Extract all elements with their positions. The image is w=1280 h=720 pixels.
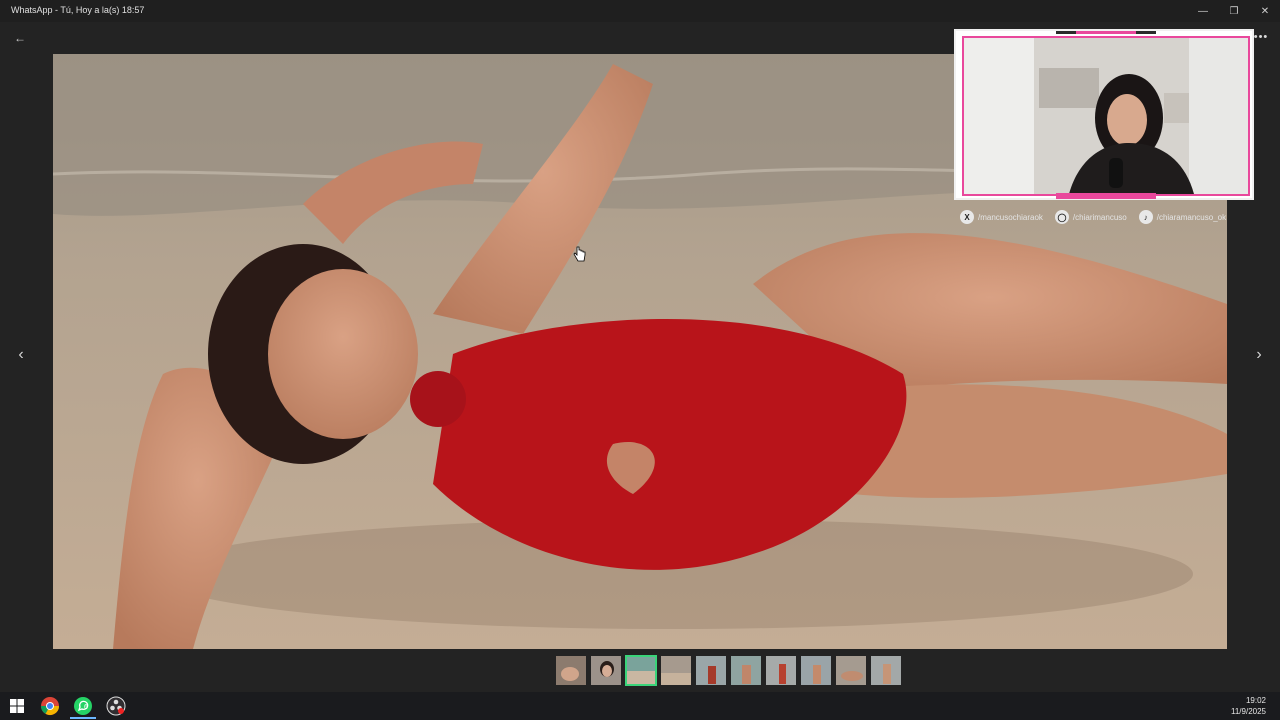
instagram-icon: ◯: [1054, 210, 1069, 224]
clock-time: 19:02: [1245, 696, 1266, 705]
hand-cursor-icon: [573, 246, 586, 262]
whatsapp-unread-badge: 6: [84, 704, 88, 711]
thumbnail[interactable]: [590, 655, 622, 686]
webcam-overlay: [954, 29, 1254, 200]
thumbnail[interactable]: [765, 655, 797, 686]
obs-icon[interactable]: [106, 696, 126, 716]
active-app-indicator: [70, 717, 96, 719]
thumbnail-strip: [555, 655, 902, 688]
chrome-icon[interactable]: [40, 696, 60, 716]
window-title: WhatsApp - Tú, Hoy a la(s) 18:57: [11, 5, 145, 15]
whatsapp-icon[interactable]: [73, 696, 93, 716]
thumbnail[interactable]: [555, 655, 587, 686]
thumbnail[interactable]: [835, 655, 867, 686]
social-x: X /mancusochiaraok: [960, 210, 1043, 224]
windows-start-icon[interactable]: [8, 697, 26, 715]
chevron-left-icon[interactable]: ‹: [12, 345, 30, 365]
social-handle-tiktok: /chiaramancuso_ok: [1156, 212, 1227, 222]
restore-icon[interactable]: ❐: [1219, 2, 1249, 20]
webcam-feed: [962, 36, 1250, 196]
overlay-decoration-bottom: [1056, 193, 1156, 199]
arrow-left-icon[interactable]: ←: [10, 30, 30, 46]
minimize-icon[interactable]: —: [1188, 2, 1218, 20]
system-clock[interactable]: 19:02 11/9/2025: [1231, 695, 1266, 717]
clock-date: 11/9/2025: [1231, 707, 1266, 716]
title-bar: WhatsApp - Tú, Hoy a la(s) 18:57 — ❐ ✕: [0, 0, 1280, 22]
taskbar: 19:02 11/9/2025: [0, 692, 1280, 720]
close-icon[interactable]: ✕: [1250, 2, 1280, 20]
social-handle-instagram: /chiarimancuso: [1072, 212, 1127, 222]
thumbnail[interactable]: [660, 655, 692, 686]
social-handles: X /mancusochiaraok ◯ /chiarimancuso ♪ /c…: [960, 209, 1226, 225]
x-twitter-icon: X: [960, 210, 974, 224]
overlay-decoration: [1056, 31, 1156, 34]
social-handle-x: /mancusochiaraok: [978, 212, 1043, 222]
tiktok-icon: ♪: [1138, 210, 1153, 224]
thumbnail[interactable]: [730, 655, 762, 686]
thumbnail[interactable]: [695, 655, 727, 686]
thumbnail[interactable]: [870, 655, 902, 686]
thumbnail-active[interactable]: [625, 655, 657, 686]
chevron-right-icon[interactable]: ›: [1250, 345, 1268, 365]
social-instagram: ◯ /chiarimancuso: [1054, 210, 1127, 224]
more-options-icon[interactable]: •••: [1252, 29, 1270, 45]
thumbnail[interactable]: [800, 655, 832, 686]
social-tiktok: ♪ /chiaramancuso_ok: [1138, 210, 1227, 224]
